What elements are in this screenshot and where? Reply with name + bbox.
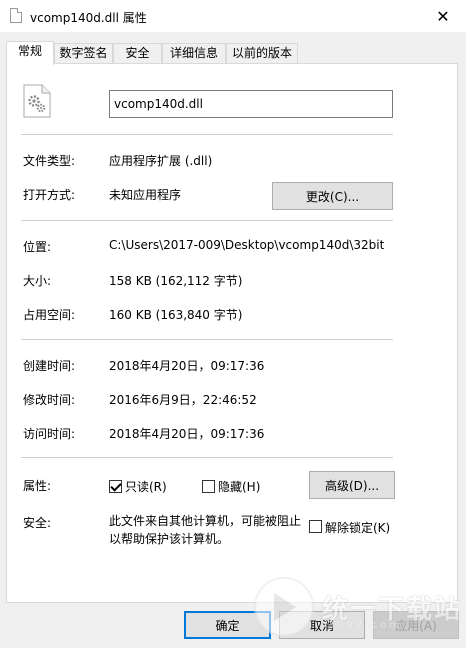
tab-previous-versions[interactable]: 以前的版本 — [226, 43, 298, 64]
file-icon — [10, 8, 22, 23]
accessed-value: 2018年4月20日，09:17:36 — [109, 427, 265, 441]
file-type-label: 文件类型: — [23, 154, 76, 168]
modified-label: 修改时间: — [23, 393, 76, 407]
separator — [21, 339, 393, 340]
separator — [21, 134, 393, 135]
accessed-label: 访问时间: — [23, 427, 76, 441]
general-panel: 文件类型: 应用程序扩展 (.dll) 打开方式: 未知应用程序 更改(C)..… — [6, 63, 458, 603]
readonly-checkbox[interactable] — [109, 480, 122, 493]
filename-input[interactable] — [109, 90, 393, 118]
close-button[interactable]: ✕ — [420, 0, 466, 32]
title-bar: vcomp140d.dll 属性 ✕ — [0, 0, 466, 32]
tab-digital-signatures[interactable]: 数字签名 — [54, 43, 113, 64]
separator — [21, 457, 393, 458]
dll-file-icon — [23, 84, 51, 118]
security-message: 此文件来自其他计算机，可能被阻止以帮助保护该计算机。 — [109, 514, 302, 546]
tab-details[interactable]: 详细信息 — [162, 43, 226, 64]
opens-with-value: 未知应用程序 — [109, 188, 182, 202]
unblock-checkbox[interactable] — [309, 520, 322, 533]
unblock-label[interactable]: 解除锁定(K) — [325, 519, 390, 536]
modified-value: 2016年6月9日，22:46:52 — [109, 393, 257, 407]
window-title: vcomp140d.dll 属性 — [30, 11, 147, 25]
cancel-button[interactable]: 取消 — [279, 611, 365, 639]
tab-security[interactable]: 安全 — [113, 43, 162, 64]
size-on-disk-value: 160 KB (163,840 字节) — [109, 308, 243, 322]
change-button[interactable]: 更改(C)... — [272, 182, 393, 210]
size-on-disk-label: 占用空间: — [23, 308, 76, 322]
tab-general[interactable]: 常规 — [6, 41, 54, 65]
size-value: 158 KB (162,112 字节) — [109, 274, 243, 288]
opens-with-label: 打开方式: — [23, 188, 76, 202]
location-label: 位置: — [23, 240, 52, 254]
hidden-label[interactable]: 隐藏(H) — [218, 478, 260, 495]
separator — [21, 220, 393, 221]
ok-button[interactable]: 确定 — [184, 611, 271, 639]
readonly-label[interactable]: 只读(R) — [125, 478, 167, 495]
hidden-checkbox[interactable] — [202, 480, 215, 493]
attributes-label: 属性: — [23, 479, 52, 493]
apply-button[interactable]: 应用(A) — [373, 611, 459, 639]
security-label: 安全: — [23, 516, 52, 530]
created-value: 2018年4月20日，09:17:36 — [109, 359, 265, 373]
created-label: 创建时间: — [23, 359, 76, 373]
file-type-value: 应用程序扩展 (.dll) — [109, 154, 213, 168]
size-label: 大小: — [23, 274, 52, 288]
location-value: C:\Users\2017-009\Desktop\vcomp140d\32bi… — [109, 238, 385, 252]
advanced-button[interactable]: 高级(D)... — [309, 471, 395, 499]
